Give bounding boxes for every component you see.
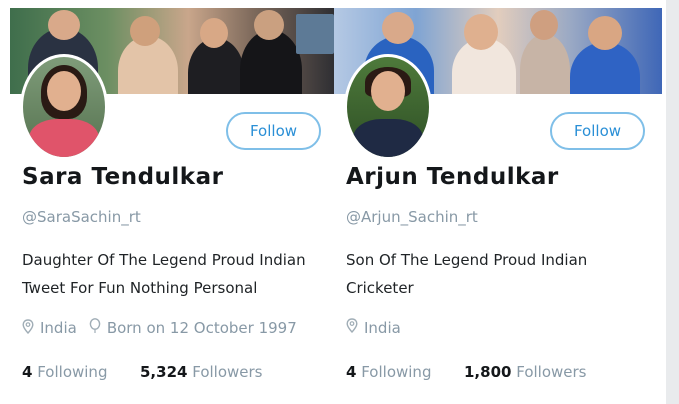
followers-stat[interactable]: 1,800 Followers xyxy=(464,363,587,381)
profile-meta: India xyxy=(346,318,413,337)
following-label: Following xyxy=(361,363,432,381)
location-text: India xyxy=(364,318,401,337)
profile-handle[interactable]: @Arjun_Sachin_rt xyxy=(346,208,478,226)
following-count: 4 xyxy=(22,363,33,381)
profile-card-sara: Follow Sara Tendulkar @SaraSachin_rt Dau… xyxy=(10,0,334,404)
profile-bio: Daughter Of The Legend Proud Indian Twee… xyxy=(22,246,322,302)
avatar[interactable] xyxy=(344,54,432,160)
location-text: India xyxy=(40,319,77,337)
followers-count: 1,800 xyxy=(464,363,512,381)
location-pin-icon xyxy=(22,318,34,338)
followers-label: Followers xyxy=(192,363,263,381)
profile-card-arjun: Follow Arjun Tendulkar @Arjun_Sachin_rt … xyxy=(334,0,662,404)
bio-line: Daughter Of The Legend Proud Indian xyxy=(22,251,306,269)
location-pin-icon xyxy=(346,318,358,337)
birthday-text: Born on 12 October 1997 xyxy=(106,319,297,337)
following-count: 4 xyxy=(346,363,357,381)
following-label: Following xyxy=(37,363,108,381)
profile-name: Sara Tendulkar xyxy=(22,164,224,190)
avatar[interactable] xyxy=(20,54,108,160)
profile-name: Arjun Tendulkar xyxy=(346,164,559,190)
profile-bio: Son Of The Legend Proud Indian Cricketer xyxy=(346,246,646,302)
followers-stat[interactable]: 5,324 Followers xyxy=(140,363,263,381)
balloon-icon xyxy=(89,318,101,338)
bio-line: Son Of The Legend Proud Indian xyxy=(346,251,588,269)
page-scroll-gutter xyxy=(666,0,679,404)
following-stat[interactable]: 4 Following xyxy=(346,363,431,381)
bio-line: Tweet For Fun Nothing Personal xyxy=(22,279,258,297)
bio-line: Cricketer xyxy=(346,279,414,297)
following-stat[interactable]: 4 Following xyxy=(22,363,107,381)
followers-label: Followers xyxy=(516,363,587,381)
follow-button[interactable]: Follow xyxy=(550,112,645,150)
follow-button[interactable]: Follow xyxy=(226,112,321,150)
profile-handle[interactable]: @SaraSachin_rt xyxy=(22,208,141,226)
profile-meta: India Born on 12 October 1997 xyxy=(22,318,309,338)
followers-count: 5,324 xyxy=(140,363,188,381)
